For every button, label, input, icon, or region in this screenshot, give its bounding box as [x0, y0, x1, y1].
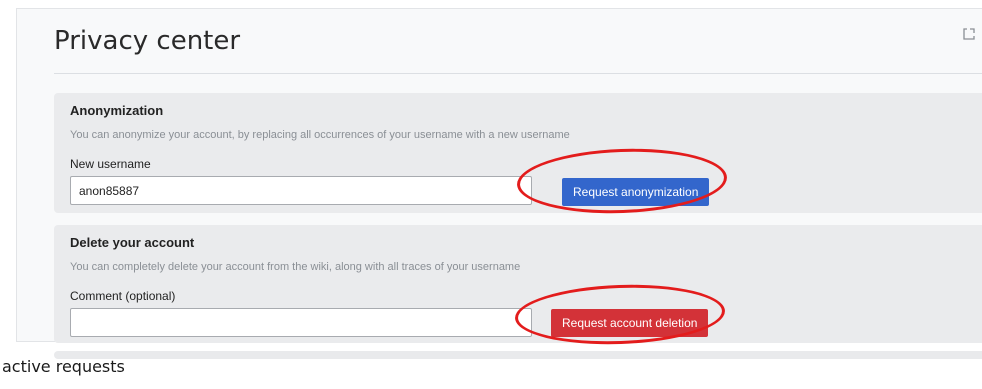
- new-username-input[interactable]: [70, 176, 532, 205]
- anonymization-description: You can anonymize your account, by repla…: [70, 129, 570, 141]
- anonymization-section: Anonymization You can anonymize your acc…: [54, 93, 982, 213]
- expand-icon[interactable]: [962, 27, 976, 41]
- delete-account-section: Delete your account You can completely d…: [54, 225, 982, 343]
- anonymization-title: Anonymization: [70, 103, 164, 118]
- delete-account-description: You can completely delete your account f…: [70, 261, 521, 273]
- comment-input[interactable]: [70, 308, 532, 337]
- new-username-label: New username: [70, 157, 151, 171]
- active-requests-caption: active requests: [2, 357, 125, 376]
- page-title: Privacy center: [54, 26, 241, 56]
- delete-account-title: Delete your account: [70, 235, 195, 250]
- comment-label: Comment (optional): [70, 289, 176, 303]
- screenshot-frame: Privacy center Anonymization You can ano…: [0, 0, 982, 389]
- title-divider: [54, 73, 982, 74]
- request-account-deletion-button[interactable]: Request account deletion: [551, 309, 709, 337]
- next-section-edge: [54, 351, 982, 359]
- privacy-center-panel: Privacy center Anonymization You can ano…: [16, 8, 982, 359]
- request-anonymization-button[interactable]: Request anonymization: [562, 178, 710, 206]
